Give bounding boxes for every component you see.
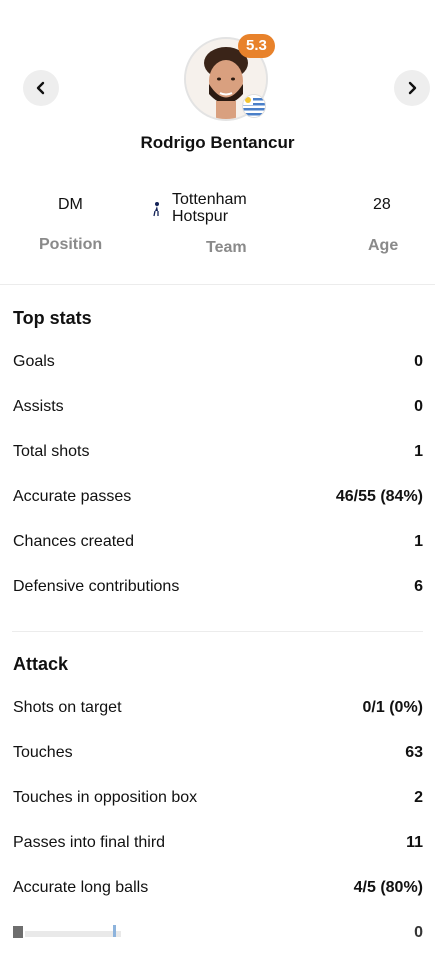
stat-row-obscured: 0 bbox=[13, 922, 423, 944]
stat-row-accurate-passes: Accurate passes 46/55 (84%) bbox=[13, 486, 423, 508]
chevron-left-icon bbox=[36, 81, 45, 95]
stat-value: 0 bbox=[414, 398, 423, 415]
section-divider bbox=[12, 631, 423, 632]
stat-row-accurate-long-balls: Accurate long balls 4/5 (80%) bbox=[13, 877, 423, 899]
rating-badge: 5.3 bbox=[238, 34, 275, 58]
stat-row-goals: Goals 0 bbox=[13, 351, 423, 373]
blurred-label-icon bbox=[13, 924, 121, 938]
stat-row-touches-opposition-box: Touches in opposition box 2 bbox=[13, 787, 423, 809]
stat-label: Total shots bbox=[13, 443, 90, 460]
team-label: Team bbox=[206, 239, 247, 256]
stat-label: Assists bbox=[13, 398, 64, 415]
stat-value: 1 bbox=[414, 533, 423, 550]
stat-label: Defensive contributions bbox=[13, 578, 180, 595]
stat-value: 0 bbox=[414, 353, 423, 370]
team-name-line1: Tottenham bbox=[172, 191, 247, 208]
stat-row-touches: Touches 63 bbox=[13, 742, 423, 764]
stat-row-defensive-contributions: Defensive contributions 6 bbox=[13, 576, 423, 598]
chevron-right-icon bbox=[408, 81, 417, 95]
stat-label: Accurate passes bbox=[13, 488, 132, 505]
stat-value: 63 bbox=[405, 744, 423, 761]
next-player-button[interactable] bbox=[394, 70, 430, 106]
section-divider bbox=[0, 284, 435, 285]
player-header: 5.3 bbox=[184, 34, 275, 121]
top-stats-title: Top stats bbox=[13, 308, 92, 328]
tottenham-crest-icon bbox=[153, 202, 159, 217]
stat-value: 46/55 (84%) bbox=[335, 488, 423, 505]
stat-row-shots-on-target: Shots on target 0/1 (0%) bbox=[13, 697, 423, 719]
previous-player-button[interactable] bbox=[23, 70, 59, 106]
stat-row-assists: Assists 0 bbox=[13, 396, 423, 418]
position-value: DM bbox=[58, 196, 83, 213]
position-label: Position bbox=[39, 236, 103, 253]
age-value: 28 bbox=[373, 196, 391, 213]
stat-label: Shots on target bbox=[13, 699, 122, 716]
stat-value: 0 bbox=[414, 924, 423, 941]
stat-value: 0/1 (0%) bbox=[362, 699, 423, 716]
stat-row-passes-final-third: Passes into final third 11 bbox=[13, 832, 423, 854]
stat-label: Chances created bbox=[13, 533, 134, 550]
stat-row-chances-created: Chances created 1 bbox=[13, 531, 423, 553]
player-name: Rodrigo Bentancur bbox=[140, 133, 295, 152]
stat-row-total-shots: Total shots 1 bbox=[13, 441, 423, 463]
team-value[interactable]: Tottenham Hotspur bbox=[172, 191, 247, 225]
team-name-line2: Hotspur bbox=[172, 208, 229, 225]
stat-label: Accurate long balls bbox=[13, 879, 149, 896]
stat-label: Passes into final third bbox=[13, 834, 166, 851]
stat-value: 11 bbox=[406, 834, 423, 851]
stat-value: 1 bbox=[414, 443, 423, 460]
stat-label: Touches bbox=[13, 744, 73, 761]
stat-value: 6 bbox=[414, 578, 423, 595]
attack-title: Attack bbox=[13, 654, 69, 674]
stat-label: Goals bbox=[13, 353, 55, 370]
stat-value: 2 bbox=[414, 789, 423, 806]
stat-value: 4/5 (80%) bbox=[353, 879, 423, 896]
stat-label-obscured bbox=[13, 923, 123, 944]
age-label: Age bbox=[368, 237, 399, 254]
stat-label: Touches in opposition box bbox=[13, 789, 198, 806]
uruguay-flag-icon bbox=[242, 94, 266, 118]
